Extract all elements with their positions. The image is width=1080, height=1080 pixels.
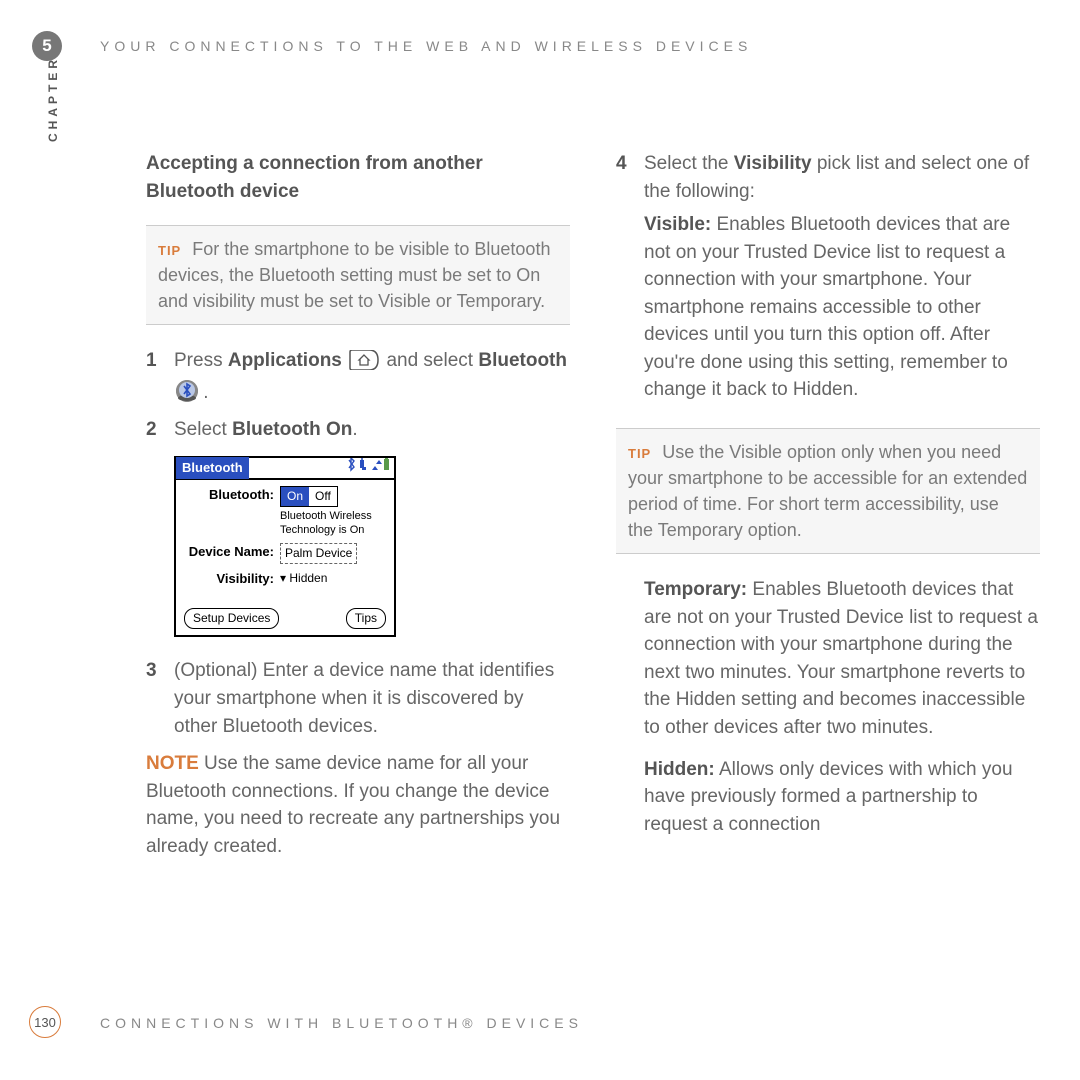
bt-devname-label: Device Name: bbox=[184, 543, 280, 562]
bt-onoff-toggle[interactable]: On Off bbox=[280, 486, 338, 507]
step-body: Select Bluetooth On. bbox=[174, 416, 570, 444]
step-1: 1 Press Applications and select Bluetoot… bbox=[146, 347, 570, 406]
step-2: 2 Select Bluetooth On. bbox=[146, 416, 570, 444]
hidden-label: Hidden: bbox=[644, 759, 715, 780]
right-column: 4 Select the Visibility pick list and se… bbox=[616, 150, 1040, 874]
applications-term: Applications bbox=[228, 350, 342, 371]
visible-label: Visible: bbox=[644, 214, 711, 235]
note-paragraph: NOTE Use the same device name for all yo… bbox=[146, 750, 570, 860]
tip-label: TIP bbox=[628, 446, 651, 461]
running-footer: CONNECTIONS WITH BLUETOOTH® DEVICES bbox=[100, 1015, 583, 1031]
tip-text: For the smartphone to be visible to Blue… bbox=[158, 239, 550, 311]
step-body: (Optional) Enter a device name that iden… bbox=[174, 657, 570, 740]
step-number: 4 bbox=[616, 150, 644, 418]
chapter-sideword: CHAPTER bbox=[46, 56, 60, 142]
bt-vis-picker[interactable]: ▾ Hidden bbox=[280, 570, 327, 587]
content-columns: Accepting a connection from another Blue… bbox=[146, 150, 1041, 874]
text: . bbox=[352, 419, 357, 440]
left-column: Accepting a connection from another Blue… bbox=[146, 150, 570, 874]
bt-titlebar: Bluetooth bbox=[176, 458, 394, 480]
step-4: 4 Select the Visibility pick list and se… bbox=[616, 150, 1040, 418]
bluetooth-on-term: Bluetooth On bbox=[232, 419, 352, 440]
bt-title: Bluetooth bbox=[176, 457, 249, 480]
tip-box: TIP For the smartphone to be visible to … bbox=[146, 225, 570, 325]
text: Select bbox=[174, 419, 232, 440]
bluetooth-term: Bluetooth bbox=[478, 350, 567, 371]
bt-vis-label: Visibility: bbox=[184, 570, 280, 589]
step-number: 1 bbox=[146, 347, 174, 406]
bt-status: Bluetooth Wireless Technology is On bbox=[280, 510, 386, 536]
visible-text: Enables Bluetooth devices that are not o… bbox=[644, 214, 1010, 400]
step-3: 3 (Optional) Enter a device name that id… bbox=[146, 657, 570, 740]
note-label: NOTE bbox=[146, 753, 199, 774]
text: . bbox=[203, 382, 208, 403]
running-header: YOUR CONNECTIONS TO THE WEB AND WIRELESS… bbox=[100, 38, 752, 54]
page-number: 130 bbox=[29, 1006, 61, 1038]
step-body: Select the Visibility pick list and sele… bbox=[644, 150, 1040, 418]
text: Press bbox=[174, 350, 228, 371]
bluetooth-screenshot: Bluetooth Bluetooth: bbox=[174, 456, 396, 637]
temporary-label: Temporary: bbox=[644, 579, 747, 600]
tip-box: TIP Use the Visible option only when you… bbox=[616, 428, 1040, 554]
text: and select bbox=[386, 350, 478, 371]
home-icon bbox=[349, 350, 379, 379]
bt-on[interactable]: On bbox=[281, 487, 309, 506]
bt-status-icons bbox=[346, 458, 394, 477]
step-number: 3 bbox=[146, 657, 174, 740]
step-number: 2 bbox=[146, 416, 174, 444]
text: Select the bbox=[644, 153, 734, 174]
bluetooth-icon bbox=[176, 380, 198, 402]
bt-label: Bluetooth: bbox=[184, 486, 280, 505]
bt-tips-button[interactable]: Tips bbox=[346, 608, 386, 629]
note-text: Use the same device name for all your Bl… bbox=[146, 753, 560, 857]
bt-off[interactable]: Off bbox=[309, 487, 337, 506]
bt-setup-button[interactable]: Setup Devices bbox=[184, 608, 279, 629]
temporary-text: Enables Bluetooth devices that are not o… bbox=[644, 579, 1038, 738]
bt-devname-field[interactable]: Palm Device bbox=[280, 543, 357, 564]
section-heading: Accepting a connection from another Blue… bbox=[146, 150, 570, 205]
tip-text: Use the Visible option only when you nee… bbox=[628, 442, 1027, 540]
tip-label: TIP bbox=[158, 243, 181, 258]
visibility-term: Visibility bbox=[734, 153, 812, 174]
step-body: Press Applications and select Bluetooth bbox=[174, 347, 570, 406]
bt-body: Bluetooth: On Off Bluetooth Wireless Tec… bbox=[176, 480, 394, 600]
